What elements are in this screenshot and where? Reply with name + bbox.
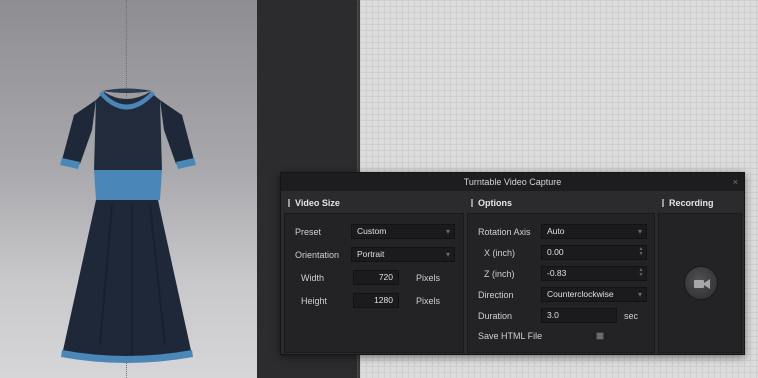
app-window: Turntable Video Capture × Video Size Pre…	[0, 0, 758, 378]
direction-label: Direction	[478, 290, 514, 300]
z-inch-input[interactable]: -0.83 ▲ ▼	[541, 266, 647, 281]
recording-header: Recording	[658, 195, 742, 211]
orientation-label: Orientation	[295, 250, 340, 260]
video-size-panel: Preset Custom Orientation Portrait Width…	[284, 213, 464, 353]
dress-model[interactable]	[0, 0, 257, 378]
width-unit: Pixels	[416, 273, 441, 283]
x-inch-label: X (inch)	[484, 248, 516, 258]
video-size-section: Video Size Preset Custom Orientation Por…	[284, 195, 464, 353]
preset-dropdown[interactable]: Custom	[351, 224, 455, 239]
dialog-titlebar[interactable]: Turntable Video Capture ×	[281, 173, 744, 191]
turntable-dialog: Turntable Video Capture × Video Size Pre…	[280, 172, 745, 355]
options-section: Options Rotation Axis Auto X (inch) 0.00…	[467, 195, 655, 353]
3d-viewport[interactable]	[0, 0, 257, 378]
x-stepper-icon[interactable]: ▲ ▼	[638, 247, 644, 258]
recording-panel	[658, 213, 742, 353]
video-camera-icon	[694, 279, 710, 289]
close-icon[interactable]: ×	[733, 173, 738, 191]
options-panel: Rotation Axis Auto X (inch) 0.00▲▼ Z (in…	[467, 213, 655, 353]
video-size-header: Video Size	[284, 195, 464, 211]
width-label: Width	[301, 273, 325, 283]
rotation-axis-dropdown[interactable]: Auto	[541, 224, 647, 239]
rotation-axis-label: Rotation Axis	[478, 227, 531, 237]
width-input[interactable]: 720	[353, 270, 399, 285]
x-inch-input[interactable]: 0.00 ▲ ▼	[541, 245, 647, 260]
duration-label: Duration	[478, 311, 513, 321]
orientation-dropdown[interactable]: Portrait	[351, 247, 455, 262]
duration-unit: sec	[624, 311, 639, 321]
z-inch-label: Z (inch)	[484, 269, 515, 279]
recording-section: Recording	[658, 195, 742, 353]
record-button[interactable]	[684, 266, 718, 300]
z-stepper-icon[interactable]: ▲ ▼	[638, 268, 644, 279]
save-html-label: Save HTML File	[478, 331, 543, 341]
options-header: Options	[467, 195, 655, 211]
direction-dropdown[interactable]: Counterclockwise	[541, 287, 647, 302]
height-unit: Pixels	[416, 296, 441, 306]
duration-input[interactable]: 3.0	[541, 308, 617, 323]
save-html-checkbox[interactable]	[596, 332, 604, 340]
preset-label: Preset	[295, 227, 322, 237]
height-input[interactable]: 1280	[353, 293, 399, 308]
dialog-title: Turntable Video Capture	[463, 177, 562, 187]
height-label: Height	[301, 296, 328, 306]
